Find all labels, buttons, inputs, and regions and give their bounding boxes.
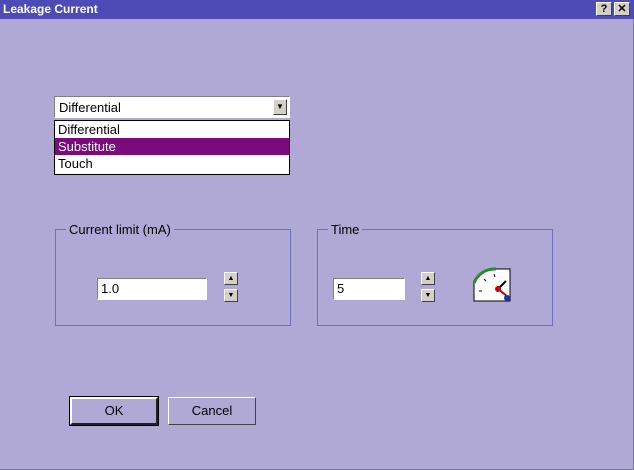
time-spin-down-icon[interactable]: ▼ (421, 289, 435, 302)
title-bar: Leakage Current ? ✕ (0, 0, 634, 19)
mode-dropdown-list: Differential Substitute Touch (54, 120, 290, 175)
leakage-current-dialog: Leakage Current ? ✕ Differential ▼ Diffe… (0, 0, 634, 470)
time-input[interactable]: 5 (333, 278, 405, 300)
window-title: Leakage Current (3, 2, 98, 16)
close-button[interactable]: ✕ (614, 2, 630, 16)
dropdown-option-touch[interactable]: Touch (55, 155, 289, 172)
dropdown-option-substitute[interactable]: Substitute (55, 138, 289, 155)
ok-button[interactable]: OK (69, 396, 159, 426)
cancel-button[interactable]: Cancel (168, 397, 256, 425)
current-limit-label: Current limit (mA) (69, 222, 171, 237)
time-spin-up-icon[interactable]: ▲ (421, 272, 435, 285)
time-label: Time (331, 222, 360, 237)
mode-selected-value: Differential (59, 100, 121, 115)
current-limit-group: Current limit (mA) (55, 222, 291, 326)
clock-timer-icon[interactable] (472, 267, 512, 303)
time-group: Time (317, 222, 553, 326)
current-limit-input[interactable]: 1.0 (97, 278, 207, 300)
mode-combobox[interactable]: Differential ▼ (54, 96, 290, 118)
help-button[interactable]: ? (596, 2, 612, 16)
current-limit-spin-up-icon[interactable]: ▲ (224, 272, 238, 285)
dropdown-arrow-icon[interactable]: ▼ (273, 99, 287, 115)
current-limit-spin-down-icon[interactable]: ▼ (224, 289, 238, 302)
dropdown-option-differential[interactable]: Differential (55, 121, 289, 138)
